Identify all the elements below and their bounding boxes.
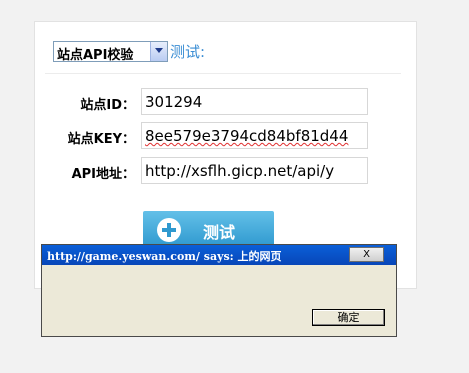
- dialog-title-bar[interactable]: http://game.yeswan.com/ says: 上的网页 X: [42, 245, 396, 265]
- api-url-field[interactable]: http://xsflh.gicp.net/api/y: [141, 157, 368, 184]
- alert-dialog: http://game.yeswan.com/ says: 上的网页 X 确定: [41, 244, 397, 337]
- plus-circle-icon: [157, 218, 181, 242]
- test-heading: 测试:: [170, 43, 206, 61]
- api-url-value: http://xsflh.gicp.net/api/y: [145, 162, 335, 180]
- chevron-down-icon[interactable]: [150, 42, 167, 61]
- test-button[interactable]: 测试: [143, 211, 274, 247]
- ok-button[interactable]: 确定: [312, 309, 385, 326]
- api-type-select-value: 站点API校验: [57, 48, 134, 63]
- api-url-label: API地址：: [71, 167, 135, 182]
- site-id-value: 301294: [145, 93, 203, 111]
- site-key-value: 8ee579e3794cd84bf81d44: [145, 127, 349, 145]
- dialog-title: http://game.yeswan.com/ says: 上的网页: [47, 250, 282, 263]
- site-key-field[interactable]: 8ee579e3794cd84bf81d44: [141, 122, 368, 149]
- site-key-label: 站点KEY：: [67, 132, 135, 147]
- site-id-field[interactable]: 301294: [141, 88, 368, 115]
- site-id-label: 站点ID：: [80, 98, 135, 113]
- api-type-select[interactable]: 站点API校验: [53, 41, 168, 63]
- test-button-label: 测试: [203, 223, 236, 242]
- close-button[interactable]: X: [349, 247, 384, 262]
- divider: [45, 73, 401, 74]
